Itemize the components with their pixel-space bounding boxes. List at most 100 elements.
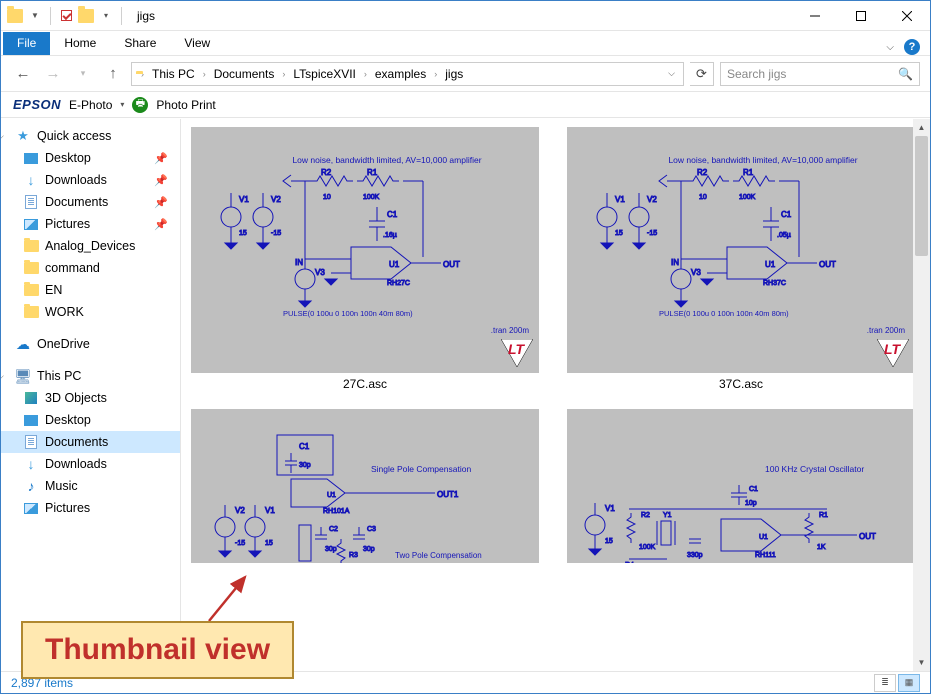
pin-icon: 📌 bbox=[154, 174, 168, 187]
sidebar-item-label: Documents bbox=[45, 435, 108, 449]
vertical-scrollbar[interactable]: ▲ ▼ bbox=[913, 119, 930, 671]
epson-photoprint-label[interactable]: Photo Print bbox=[156, 98, 215, 112]
folder-icon bbox=[23, 260, 39, 276]
close-button[interactable] bbox=[884, 1, 930, 31]
sidebar-item-label: Music bbox=[45, 479, 78, 493]
svg-text:30p: 30p bbox=[363, 546, 375, 553]
window-title: jigs bbox=[137, 9, 155, 23]
expand-icon[interactable]: ⌵ bbox=[1, 131, 7, 142]
scrollbar-thumb[interactable] bbox=[915, 136, 928, 256]
cloud-icon: ☁ bbox=[15, 336, 31, 352]
sidebar-item-label: Downloads bbox=[45, 457, 107, 471]
svg-text:100K: 100K bbox=[639, 544, 656, 551]
folder-icon[interactable] bbox=[7, 8, 23, 24]
recent-dropdown[interactable]: ▾ bbox=[71, 62, 95, 86]
breadcrumb-segment[interactable]: LTspiceXVII bbox=[290, 67, 358, 81]
up-button[interactable]: ↑ bbox=[101, 62, 125, 86]
qat-dropdown-icon[interactable]: ▾ bbox=[98, 8, 114, 24]
sidebar-item-music[interactable]: ♪Music bbox=[1, 475, 180, 497]
address-dropdown-icon[interactable]: ⌵ bbox=[664, 68, 679, 79]
chevron-right-icon[interactable]: › bbox=[201, 69, 208, 79]
svg-text:RH37C: RH37C bbox=[763, 280, 786, 287]
navigation-pane[interactable]: ⌵ ★ Quick access Desktop📌 ↓Downloads📌 Do… bbox=[1, 119, 181, 671]
chevron-right-icon[interactable]: › bbox=[362, 69, 369, 79]
dropdown-icon[interactable]: ▾ bbox=[120, 100, 124, 109]
sidebar-label: This PC bbox=[37, 369, 81, 383]
scroll-up-button[interactable]: ▲ bbox=[913, 119, 930, 136]
file-thumbnail[interactable]: Low noise, bandwidth limited, AV=10,000 … bbox=[567, 127, 915, 391]
tab-home[interactable]: Home bbox=[50, 32, 110, 55]
folder-icon bbox=[23, 238, 39, 254]
epson-toolbar: EPSON E-Photo ▾ 🖶 Photo Print bbox=[1, 92, 930, 118]
sidebar-item-3dobjects[interactable]: 3D Objects bbox=[1, 387, 180, 409]
svg-text:U1: U1 bbox=[327, 492, 336, 499]
pictures-icon bbox=[23, 500, 39, 516]
chevron-right-icon[interactable]: › bbox=[432, 69, 439, 79]
pulse-text: PULSE(0 100u 0 100n 100n 40m 80m) bbox=[283, 309, 413, 318]
sidebar-item-folder[interactable]: EN bbox=[1, 279, 180, 301]
details-view-button[interactable]: ≣ bbox=[874, 674, 896, 692]
folder-icon[interactable] bbox=[78, 8, 94, 24]
sidebar-item-folder[interactable]: WORK bbox=[1, 301, 180, 323]
svg-text:C1: C1 bbox=[749, 486, 758, 493]
ribbon-collapse-icon[interactable]: ⌵ bbox=[886, 42, 894, 53]
sidebar-item-desktop[interactable]: Desktop📌 bbox=[1, 147, 180, 169]
sidebar-item-folder[interactable]: Analog_Devices bbox=[1, 235, 180, 257]
thumbnails-view-button[interactable]: ▦ bbox=[898, 674, 920, 692]
sidebar-item-documents[interactable]: Documents📌 bbox=[1, 191, 180, 213]
sidebar-item-downloads[interactable]: ↓Downloads bbox=[1, 453, 180, 475]
sidebar-item-label: Pictures bbox=[45, 501, 90, 515]
sidebar-item-pictures[interactable]: Pictures bbox=[1, 497, 180, 519]
address-bar[interactable]: › This PC › Documents › LTspiceXVII › ex… bbox=[131, 62, 684, 86]
sidebar-item-label: Analog_Devices bbox=[45, 239, 135, 253]
sidebar-onedrive[interactable]: ›☁OneDrive bbox=[1, 333, 180, 355]
back-button[interactable]: ← bbox=[11, 62, 35, 86]
properties-icon[interactable] bbox=[58, 8, 74, 24]
file-thumbnail[interactable]: Low noise, bandwidth limited, AV=10,000 … bbox=[191, 127, 539, 391]
sidebar-item-label: Pictures bbox=[45, 217, 90, 231]
breadcrumb-segment[interactable]: jigs bbox=[442, 67, 466, 81]
breadcrumb-segment[interactable]: Documents bbox=[211, 67, 278, 81]
epson-ephoto-label[interactable]: E-Photo bbox=[69, 98, 112, 112]
tab-share[interactable]: Share bbox=[110, 32, 170, 55]
forward-button[interactable]: → bbox=[41, 62, 65, 86]
file-thumbnail[interactable]: Single Pole Compensation Two Pole Compen… bbox=[191, 409, 539, 563]
breadcrumb-segment[interactable]: examples bbox=[372, 67, 429, 81]
expand-icon[interactable]: › bbox=[1, 339, 7, 349]
breadcrumb-segment[interactable]: This PC bbox=[149, 67, 198, 81]
sidebar-quick-access[interactable]: ⌵ ★ Quick access bbox=[1, 125, 180, 147]
sidebar-item-pictures[interactable]: Pictures📌 bbox=[1, 213, 180, 235]
file-thumbnail[interactable]: 100 KHz Crystal Oscillator V115 C110p R2… bbox=[567, 409, 915, 563]
document-icon bbox=[23, 434, 39, 450]
svg-text:100K: 100K bbox=[363, 194, 380, 201]
expand-icon[interactable]: ⌵ bbox=[1, 371, 7, 382]
svg-text:.16µ: .16µ bbox=[383, 232, 397, 239]
minimize-button[interactable] bbox=[792, 1, 838, 31]
chevron-right-icon[interactable]: › bbox=[280, 69, 287, 79]
sidebar-item-folder[interactable]: command bbox=[1, 257, 180, 279]
circuit-title: Low noise, bandwidth limited, AV=10,000 … bbox=[265, 155, 509, 165]
svg-text:V1: V1 bbox=[615, 195, 625, 204]
svg-text:U1: U1 bbox=[759, 534, 768, 541]
ribbon-tabs: File Home Share View ⌵ ? bbox=[1, 31, 930, 56]
tab-view[interactable]: View bbox=[170, 32, 224, 55]
file-view[interactable]: Low noise, bandwidth limited, AV=10,000 … bbox=[181, 119, 930, 671]
search-input[interactable]: Search jigs 🔍 bbox=[720, 62, 920, 86]
maximize-button[interactable] bbox=[838, 1, 884, 31]
sidebar-thispc[interactable]: ⌵🖥This PC bbox=[1, 365, 180, 387]
circuit-title: Low noise, bandwidth limited, AV=10,000 … bbox=[641, 155, 885, 165]
refresh-button[interactable]: ⟳ bbox=[690, 62, 714, 86]
tab-file[interactable]: File bbox=[3, 32, 50, 55]
lt-logo-icon: LT bbox=[877, 339, 909, 367]
svg-text:RH27C: RH27C bbox=[387, 280, 410, 287]
sidebar-item-documents[interactable]: Documents bbox=[1, 431, 180, 453]
folder-icon bbox=[23, 282, 39, 298]
print-icon[interactable]: 🖶 bbox=[132, 97, 148, 113]
qat-dropdown-icon[interactable]: ▼ bbox=[27, 8, 43, 24]
scroll-down-button[interactable]: ▼ bbox=[913, 654, 930, 671]
sidebar-item-desktop[interactable]: Desktop bbox=[1, 409, 180, 431]
sidebar-item-downloads[interactable]: ↓Downloads📌 bbox=[1, 169, 180, 191]
help-button[interactable]: ? bbox=[904, 39, 920, 55]
pin-icon: 📌 bbox=[154, 152, 168, 165]
svg-text:V1: V1 bbox=[265, 506, 275, 515]
